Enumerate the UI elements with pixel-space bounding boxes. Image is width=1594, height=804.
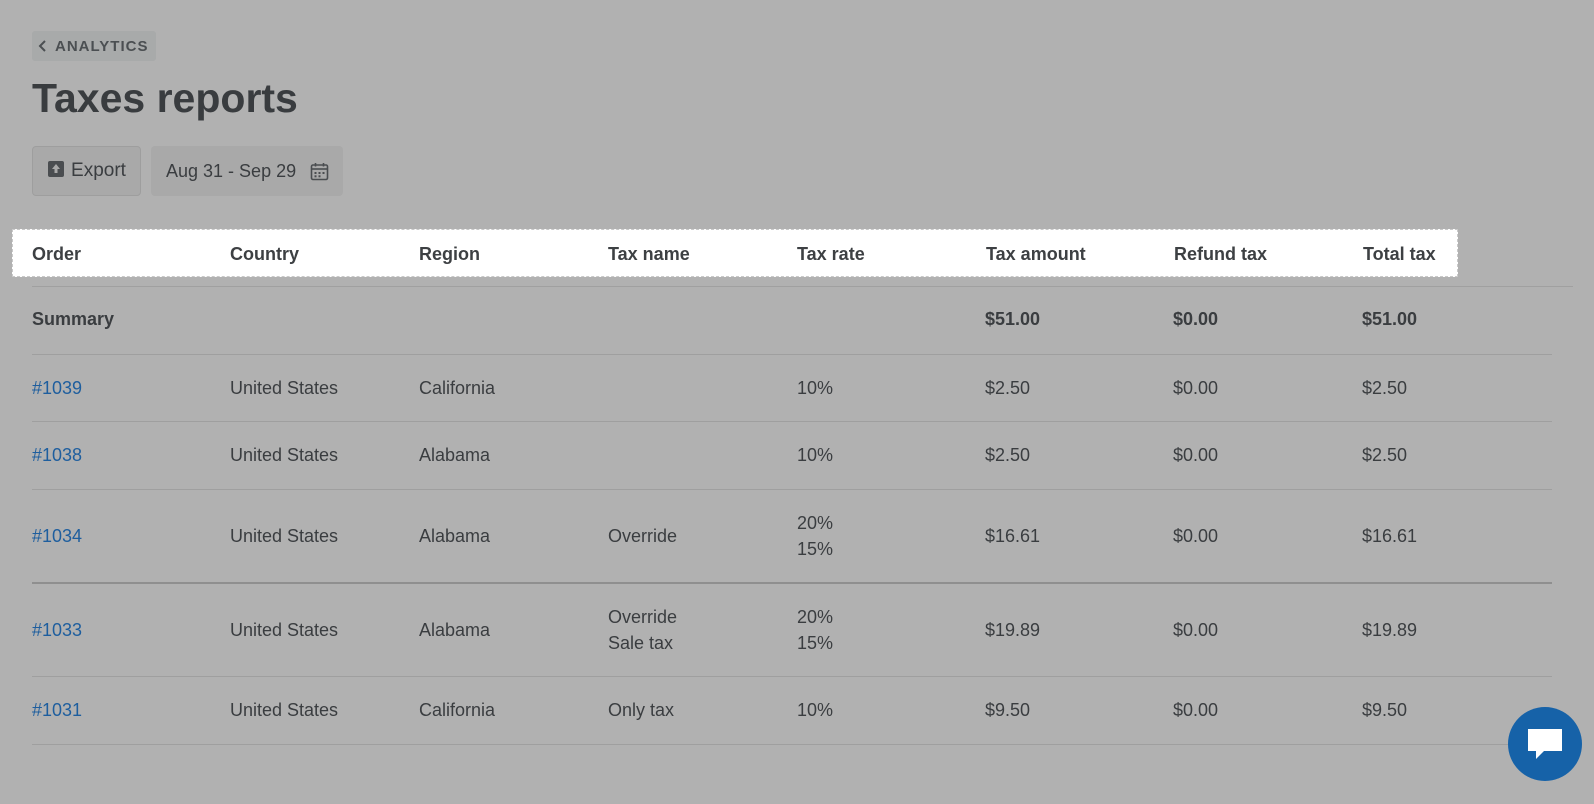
row-divider — [32, 489, 1552, 490]
refund-tax-cell: $0.00 — [1173, 620, 1219, 640]
total-tax-cell: $2.50 — [1362, 378, 1408, 398]
tax-rate-cell: 10% — [797, 445, 834, 465]
column-header-country[interactable]: Country — [230, 230, 299, 278]
region-cell: Alabama — [419, 526, 491, 546]
total-tax-cell: $2.50 — [1362, 445, 1408, 465]
tax-rate-cell: 10% — [797, 700, 834, 720]
row-divider — [32, 676, 1552, 677]
summary-tax-amount: $51.00 — [985, 309, 1041, 329]
tax-name-cell: Only tax — [608, 700, 675, 720]
tax-rate-cell: 20% — [797, 513, 834, 533]
region-cell: California — [419, 378, 496, 398]
region-cell: Alabama — [419, 445, 491, 465]
page-title: Taxes reports — [32, 75, 298, 121]
table-header-row: Order Country Region Tax name Tax rate T… — [12, 229, 1458, 277]
region-cell: Alabama — [419, 620, 491, 640]
country-cell: United States — [230, 445, 339, 465]
order-link[interactable]: #1031 — [32, 697, 82, 723]
summary-refund-tax: $0.00 — [1173, 309, 1219, 329]
export-button-label: Export — [71, 160, 126, 181]
column-header-tax-amount[interactable]: Tax amount — [986, 230, 1086, 278]
column-header-refund-tax[interactable]: Refund tax — [1174, 230, 1267, 278]
tax-amount-cell: $19.89 — [985, 620, 1041, 640]
total-tax-cell: $16.61 — [1362, 526, 1418, 546]
tax-rate-cell: 15% — [797, 539, 834, 559]
calendar-icon — [310, 162, 329, 180]
country-cell: United States — [230, 378, 339, 398]
tax-rate-cell: 10% — [797, 378, 834, 398]
country-cell: United States — [230, 526, 339, 546]
column-header-tax-name[interactable]: Tax name — [608, 230, 690, 278]
total-tax-cell: $9.50 — [1362, 700, 1408, 720]
export-icon — [48, 161, 65, 177]
column-header-order[interactable]: Order — [32, 230, 81, 278]
chat-launcher-button[interactable] — [1508, 707, 1582, 781]
refund-tax-cell: $0.00 — [1173, 445, 1219, 465]
taxes-report-page: ANALYTICS Taxes reports Export Aug 31 - … — [0, 0, 1594, 804]
refund-tax-cell: $0.00 — [1173, 378, 1219, 398]
tax-amount-cell: $16.61 — [985, 526, 1041, 546]
refund-tax-cell: $0.00 — [1173, 700, 1219, 720]
tax-name-cell: Override — [608, 607, 678, 627]
header-divider — [32, 286, 1573, 287]
export-button[interactable]: Export — [32, 146, 141, 196]
row-divider — [32, 421, 1552, 422]
summary-total-tax: $51.00 — [1362, 309, 1418, 329]
column-header-region[interactable]: Region — [419, 230, 480, 278]
back-to-analytics-link[interactable]: ANALYTICS — [32, 31, 157, 61]
country-cell: United States — [230, 700, 339, 720]
column-header-total-tax[interactable]: Total tax — [1363, 230, 1436, 278]
back-link-label: ANALYTICS — [55, 37, 149, 55]
row-divider — [32, 744, 1552, 745]
tax-rate-cell: 15% — [797, 633, 834, 653]
order-link[interactable]: #1034 — [32, 523, 82, 549]
country-cell: United States — [230, 620, 339, 640]
row-divider — [32, 354, 1552, 355]
total-tax-cell: $19.89 — [1362, 620, 1418, 640]
order-link[interactable]: #1033 — [32, 617, 82, 643]
order-link[interactable]: #1039 — [32, 375, 82, 401]
refund-tax-cell: $0.00 — [1173, 526, 1219, 546]
tax-amount-cell: $9.50 — [985, 700, 1031, 720]
summary-label: Summary — [32, 309, 115, 329]
tax-name-cell: Sale tax — [608, 633, 674, 653]
row-divider — [32, 582, 1552, 584]
tax-name-cell: Override — [608, 526, 678, 546]
date-range-picker[interactable]: Aug 31 - Sep 29 — [151, 146, 343, 196]
chevron-left-icon — [38, 40, 46, 52]
tax-rate-cell: 20% — [797, 607, 834, 627]
column-header-tax-rate[interactable]: Tax rate — [797, 230, 865, 278]
tax-amount-cell: $2.50 — [985, 378, 1031, 398]
date-range-label: Aug 31 - Sep 29 — [166, 160, 297, 181]
region-cell: California — [419, 700, 496, 720]
chat-bubble-icon — [1528, 729, 1562, 759]
order-link[interactable]: #1038 — [32, 442, 82, 468]
tax-amount-cell: $2.50 — [985, 445, 1031, 465]
